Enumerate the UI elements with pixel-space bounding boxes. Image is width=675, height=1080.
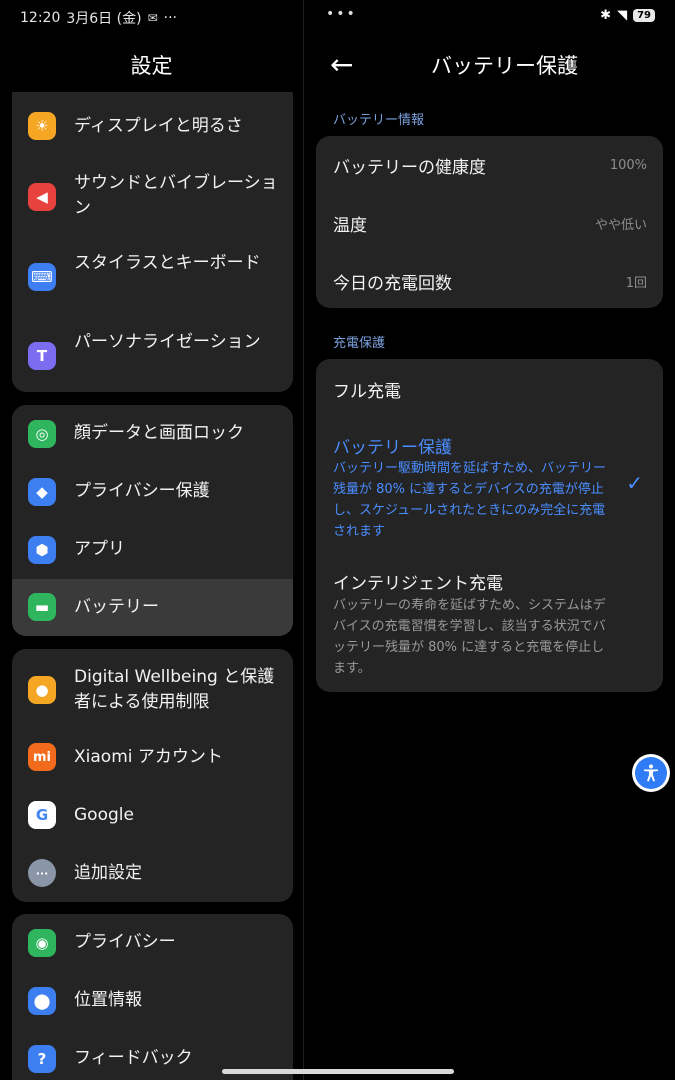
settings-title: 設定 [130,54,173,78]
sidebar-item-label: バッテリー [74,597,159,617]
keyboard-icon: ⌨ [28,263,56,291]
sound-icon: ◀ [28,183,56,211]
sidebar-item-apps[interactable]: ⬢ アプリ [12,521,293,579]
sidebar-item-label: サウンドとバイブレーション [74,173,278,218]
brightness-icon: ☀ [28,112,56,140]
xiaomi-icon: mi [28,743,56,771]
pane-divider [303,0,304,1080]
google-icon: G [28,801,56,829]
info-row-value: 100% [609,157,647,173]
status-bar-right: ✱ ◥ 79 [600,8,655,23]
privacy-shield-icon: ◆ [28,478,56,506]
sidebar-item-label: プライバシー保護 [74,481,210,501]
sidebar-item-battery[interactable]: ▬ バッテリー [12,579,293,636]
sidebar-item-label: Digital Wellbeing と保護者による使用制限 [74,667,275,712]
feedback-icon: ? [28,1045,56,1073]
sidebar-item-privacy[interactable]: ◉ プライバシー [12,914,293,972]
apps-icon: ⬢ [28,536,56,564]
sidebar-item-label: フィードバック [74,1048,193,1068]
settings-list-pane: 12:20 3月6日 (金) ✉ ··· 設定 ☀ ディスプレイと明るさ ◀ サ… [0,0,303,1080]
section-label-charge-protection: 充電保護 [333,336,386,351]
sidebar-item-display[interactable]: ☀ ディスプレイと明るさ [12,98,293,154]
sidebar-item-additional-settings[interactable]: ··· 追加設定 [12,845,293,902]
info-row-label: 今日の充電回数 [333,273,452,294]
charge-protection-card: フル充電 バッテリー保護 バッテリー駆動時間を延ばすため、バッテリー残量が 80… [316,359,663,692]
settings-group-security: ◎ 顔データと画面ロック ◆ プライバシー保護 ⬢ アプリ ▬ バッテリー [12,405,293,636]
battery-level-badge: 79 [633,9,655,22]
settings-group-privacy: ◉ プライバシー ⬤ 位置情報 ? フィードバック [12,914,293,1080]
wellbeing-icon: ● [28,676,56,704]
personalization-icon: T [28,342,56,370]
location-icon: ⬤ [28,987,56,1015]
option-description: バッテリー駆動時間を延ばすため、バッテリー残量が 80% に達するとデバイスの充… [333,461,607,539]
sidebar-item-privacy-protection[interactable]: ◆ プライバシー保護 [12,463,293,521]
check-icon: ✓ [626,471,643,495]
sidebar-item-label: スタイラスとキーボード [74,253,261,273]
option-battery-protection[interactable]: バッテリー保護 バッテリー駆動時間を延ばすため、バッテリー残量が 80% に達す… [316,421,663,545]
option-title: インテリジェント充電 [333,574,503,594]
settings-group-display: ☀ ディスプレイと明るさ ◀ サウンドとバイブレーション ⌨ スタイラスとキーボ… [12,92,293,392]
sidebar-item-xiaomi-account[interactable]: mi Xiaomi アカウント [12,729,293,787]
battery-icon: ▬ [28,593,56,621]
info-row-value: 1回 [625,275,647,291]
status-more: ··· [163,10,177,26]
battery-info-card: バッテリーの健康度 100% 温度 やや低い 今日の充電回数 1回 [316,136,663,308]
settings-group-accounts: ● Digital Wellbeing と保護者による使用制限 mi Xiaom… [12,649,293,902]
accessibility-icon [635,757,667,789]
sidebar-item-label: パーソナライゼーション [74,332,261,352]
wifi-icon: ◥ [617,8,628,23]
sidebar-item-label: Google [74,805,134,825]
sidebar-item-label: 位置情報 [74,990,142,1010]
info-row-label: 温度 [333,215,367,236]
status-date: 3月6日 (金) [66,11,142,27]
option-full-charge[interactable]: フル充電 [316,359,663,419]
status-bar-left: 12:20 3月6日 (金) ✉ ··· [20,8,177,28]
sidebar-item-label: Xiaomi アカウント [74,747,223,767]
sidebar-item-stylus-keyboard[interactable]: ⌨ スタイラスとキーボード [12,242,293,312]
sidebar-item-sound[interactable]: ◀ サウンドとバイブレーション [12,162,293,232]
eye-icon: ◉ [28,929,56,957]
sidebar-item-label: 顔データと画面ロック [74,423,244,443]
info-row-charge-count: 今日の充電回数 1回 [333,268,647,294]
option-title: フル充電 [333,382,401,402]
option-description: バッテリーの寿命を延ばすため、システムはデバイスの充電習慣を学習し、該当する状況… [333,598,606,676]
sidebar-item-google[interactable]: G Google [12,787,293,845]
more-settings-icon: ··· [28,859,56,887]
info-row-health: バッテリーの健康度 100% [333,152,647,178]
option-intelligent-charge[interactable]: インテリジェント充電 バッテリーの寿命を延ばすため、システムはデバイスの充電習慣… [316,557,663,687]
info-row-label: バッテリーの健康度 [333,157,486,178]
accessibility-button[interactable] [632,754,670,792]
info-row-temperature: 温度 やや低い [333,210,647,236]
status-time: 12:20 [20,10,61,26]
sidebar-item-digital-wellbeing[interactable]: ● Digital Wellbeing と保護者による使用制限 [12,657,293,723]
sidebar-item-label: ディスプレイと明るさ [74,116,243,136]
info-row-value: やや低い [594,217,647,233]
option-title: バッテリー保護 [333,438,452,458]
status-dots: ••• [326,6,357,22]
fingerprint-icon: ◎ [28,420,56,448]
sidebar-item-location[interactable]: ⬤ 位置情報 [12,972,293,1030]
sidebar-item-personalization[interactable]: T パーソナライゼーション [12,321,293,391]
page-title: バッテリー保護 [431,54,578,78]
section-label-battery-info: バッテリー情報 [333,113,425,128]
bluetooth-icon: ✱ [600,8,612,23]
sidebar-item-label: プライバシー [74,932,176,952]
home-indicator[interactable] [222,1069,454,1074]
sidebar-item-label: アプリ [74,539,125,559]
sidebar-item-face-lock[interactable]: ◎ 顔データと画面ロック [12,405,293,463]
sidebar-item-label: 追加設定 [74,863,142,883]
mail-icon: ✉ [147,11,158,25]
